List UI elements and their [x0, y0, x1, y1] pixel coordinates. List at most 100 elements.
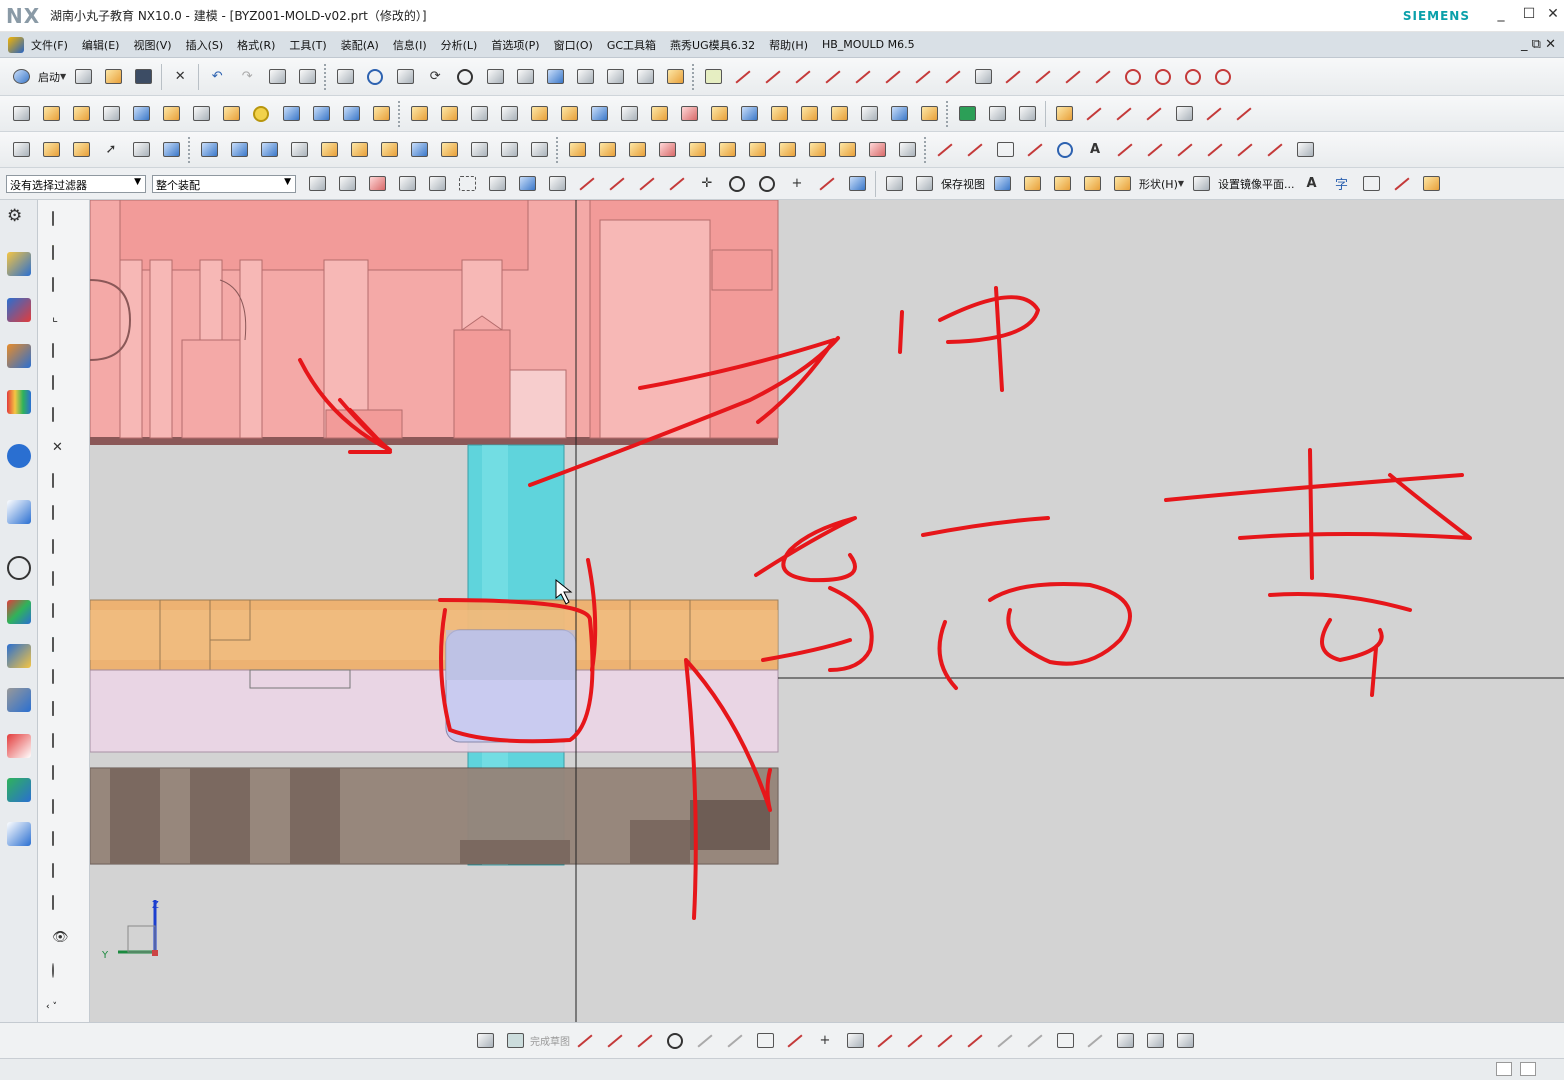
- hole-icon[interactable]: [220, 103, 242, 125]
- start-icon[interactable]: [10, 66, 32, 88]
- fillet-icon[interactable]: [1032, 66, 1054, 88]
- finish-sketch-icon[interactable]: [504, 1030, 526, 1052]
- open-folder-icon[interactable]: [102, 66, 124, 88]
- rectangle-select-icon[interactable]: [456, 173, 478, 195]
- set-mirror-plane-button[interactable]: 设置镜像平面...: [1218, 176, 1295, 192]
- surface-10-icon[interactable]: [468, 139, 490, 161]
- surface-6-icon[interactable]: [348, 139, 370, 161]
- palette-csys-icon[interactable]: ⌞: [52, 310, 74, 332]
- graphics-window[interactable]: Z Y: [90, 200, 1564, 1022]
- text-zi-icon[interactable]: 字: [1331, 173, 1353, 195]
- snap-endpoint-icon[interactable]: [546, 173, 568, 195]
- snap-line-icon[interactable]: [606, 173, 628, 195]
- document-window-controls[interactable]: _ ⧉ ✕: [1521, 37, 1556, 52]
- body-remove-icon[interactable]: [1016, 103, 1038, 125]
- status-window-icon[interactable]: [1496, 1062, 1512, 1076]
- finish-sketch-button[interactable]: 完成草图: [530, 1033, 570, 1048]
- mirror-icon[interactable]: [588, 103, 610, 125]
- surface-11-icon[interactable]: [498, 139, 520, 161]
- relation-icon[interactable]: [1144, 1030, 1166, 1052]
- sketch-pattern-icon[interactable]: [1174, 139, 1196, 161]
- palette-gate-icon[interactable]: [52, 799, 74, 822]
- cone-icon[interactable]: [340, 103, 362, 125]
- palette-plane-icon[interactable]: [52, 375, 74, 398]
- top-view-icon[interactable]: [604, 66, 626, 88]
- select-general-icon[interactable]: [336, 173, 358, 195]
- fillet-tool-icon[interactable]: [694, 1030, 716, 1052]
- delete-face-icon[interactable]: [678, 103, 700, 125]
- gear-icon[interactable]: ⚙: [7, 206, 31, 230]
- surface-5-icon[interactable]: [318, 139, 340, 161]
- zoom-icon[interactable]: [364, 66, 386, 88]
- annotate-box-icon[interactable]: [1421, 173, 1443, 195]
- block-icon[interactable]: [40, 103, 62, 125]
- undo-icon[interactable]: ↶: [206, 66, 228, 88]
- snap-face-icon[interactable]: [846, 173, 868, 195]
- snap-intersect-icon[interactable]: ✛: [696, 173, 718, 195]
- sphere-icon[interactable]: [250, 103, 272, 125]
- process-studio-icon[interactable]: [7, 600, 31, 624]
- sketch-task-icon[interactable]: [474, 1030, 496, 1052]
- web-browser-icon[interactable]: [7, 500, 31, 524]
- palette-cooling-icon[interactable]: [52, 669, 74, 692]
- body-color-icon[interactable]: [956, 103, 978, 125]
- palette-tools-icon[interactable]: ✕: [52, 440, 74, 462]
- new-file-icon[interactable]: [72, 66, 94, 88]
- unite-icon[interactable]: [370, 103, 392, 125]
- perpendicular-icon[interactable]: [822, 66, 844, 88]
- render-icon[interactable]: [514, 66, 536, 88]
- save-view-icon[interactable]: [913, 173, 935, 195]
- close-button[interactable]: ✕: [1544, 6, 1562, 24]
- snap-midpoint-icon[interactable]: [576, 173, 598, 195]
- sketch-more-icon[interactable]: [1174, 1030, 1196, 1052]
- offset-face-icon[interactable]: [408, 103, 430, 125]
- palette-slider-icon[interactable]: [52, 637, 74, 660]
- snap-tangent-icon[interactable]: [816, 173, 838, 195]
- snap-icon[interactable]: [702, 66, 724, 88]
- arc-icon[interactable]: [1002, 66, 1024, 88]
- mold-tool-2-icon[interactable]: [596, 139, 618, 161]
- snap-quadrant-icon[interactable]: [756, 173, 778, 195]
- auto-constrain-icon[interactable]: [1114, 1030, 1136, 1052]
- rotate-icon[interactable]: ⟳: [424, 66, 446, 88]
- patch-icon[interactable]: [798, 103, 820, 125]
- palette-ejector-icon[interactable]: [52, 603, 74, 626]
- menu-view[interactable]: 视图(V): [126, 37, 178, 53]
- select-comp-icon[interactable]: [426, 173, 448, 195]
- draft-icon[interactable]: [468, 103, 490, 125]
- palette-bolt-icon[interactable]: [52, 539, 74, 562]
- menu-help[interactable]: 帮助(H): [762, 37, 815, 53]
- surface-9-icon[interactable]: [438, 139, 460, 161]
- status-fullscreen-icon[interactable]: [1520, 1062, 1536, 1076]
- mold-tool-1-icon[interactable]: [566, 139, 588, 161]
- parallel-icon[interactable]: [792, 66, 814, 88]
- point-tool-icon[interactable]: +: [814, 1030, 836, 1052]
- save-icon[interactable]: [132, 66, 154, 88]
- grid-icon[interactable]: [972, 66, 994, 88]
- start-button-label[interactable]: 启动: [38, 69, 60, 85]
- sketch-line-icon[interactable]: [934, 139, 956, 161]
- view-e-icon[interactable]: [1111, 173, 1133, 195]
- history-clock-icon[interactable]: [7, 556, 31, 580]
- constraint-icon[interactable]: [1054, 1030, 1076, 1052]
- chamfer-tool-icon[interactable]: [724, 1030, 746, 1052]
- app-menu-icon[interactable]: [8, 36, 24, 53]
- sketch-rect-icon[interactable]: [994, 139, 1016, 161]
- pattern-curve-icon[interactable]: [1024, 1030, 1046, 1052]
- edge-blend-icon[interactable]: [528, 103, 550, 125]
- wave-link-icon[interactable]: [828, 103, 850, 125]
- shell-icon[interactable]: [498, 103, 520, 125]
- table-icon[interactable]: [10, 139, 32, 161]
- palette-table-icon[interactable]: [52, 505, 74, 528]
- offset-tool-icon[interactable]: [844, 1030, 866, 1052]
- sketch-offset-icon[interactable]: [1114, 139, 1136, 161]
- palette-page-icon[interactable]: [52, 895, 74, 918]
- extend-icon[interactable]: [1092, 66, 1114, 88]
- layout-icon[interactable]: [1361, 173, 1383, 195]
- menu-analysis[interactable]: 分析(L): [434, 37, 485, 53]
- curve-join-icon[interactable]: [1143, 103, 1165, 125]
- mold-tool-3-icon[interactable]: [626, 139, 648, 161]
- select-face-icon[interactable]: [160, 139, 182, 161]
- quick-extend-icon[interactable]: [904, 1030, 926, 1052]
- orient-icon[interactable]: [454, 66, 476, 88]
